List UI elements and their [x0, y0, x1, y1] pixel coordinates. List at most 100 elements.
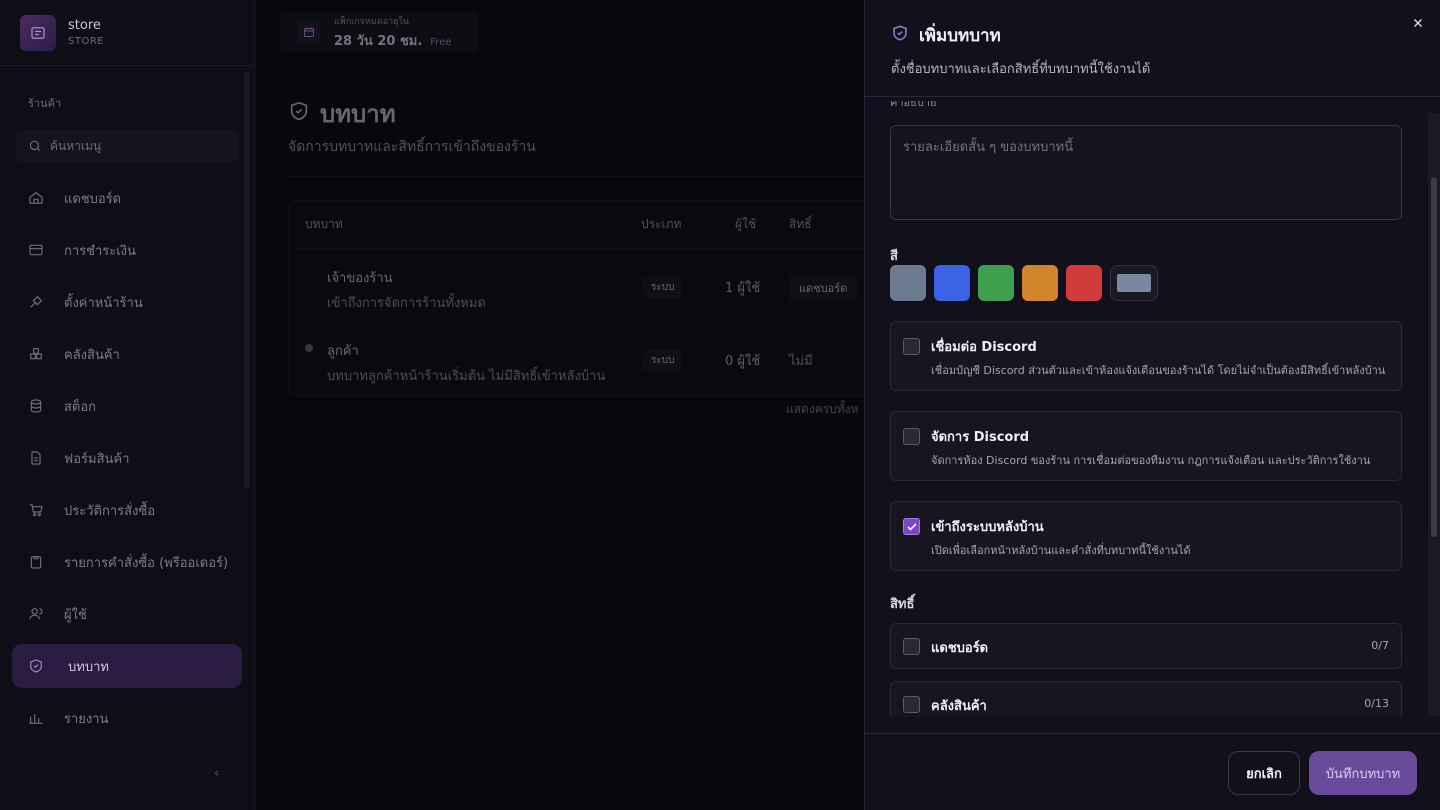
menu-search-placeholder: ค้นหาเมนู	[50, 138, 102, 153]
store-logo-icon	[20, 14, 56, 51]
description-label: คำอธิบาย	[890, 101, 937, 109]
brand[interactable]: store STORE	[0, 0, 254, 66]
checkbox-discord-connect[interactable]	[903, 338, 920, 355]
color-swatch-orange[interactable]	[1022, 265, 1058, 301]
permissions-label: สิทธิ์	[890, 597, 915, 612]
color-swatch-blue[interactable]	[934, 265, 970, 301]
option-discord-manage[interactable]: จัดการ Discord จัดการห้อง Discord ของร้า…	[890, 411, 1402, 481]
option-discord-connect[interactable]: เชื่อมต่อ Discord เชื่อมบัญชี Discord ส่…	[890, 321, 1402, 391]
package-status[interactable]: แพ็กเกจหมดอายุใน 28 วัน 20 ชม. Free	[280, 12, 478, 52]
type-badge: ระบบ	[643, 350, 683, 371]
permission-count: 0/13	[1364, 697, 1389, 710]
table-row[interactable]: เจ้าของร้าน เข้าถึงการจัดการร้านทั้งหมด …	[289, 249, 887, 322]
sidebar-item-stock[interactable]: สต็อก	[12, 384, 242, 428]
panel-title-text: เพิ่มบทบาท	[919, 26, 1001, 46]
panel-header: เพิ่มบทบาท ตั้งชื่อบทบาทและเลือกสิทธิ์ที…	[865, 0, 1440, 97]
table-header: บทบาท ประเภท ผู้ใช้ สิทธิ์	[289, 201, 887, 249]
role-desc: เข้าถึงการจัดการร้านทั้งหมด	[327, 296, 486, 311]
option-backoffice-access[interactable]: เข้าถึงระบบหลังบ้าน เปิดเพื่อเลือกหน้าหล…	[890, 501, 1402, 571]
checkbox-permission-dashboard[interactable]	[903, 638, 920, 655]
sidebar-scrollbar[interactable]	[244, 72, 250, 488]
panel-body: คำอธิบาย สี เชื่อมต่อ Discord เชื่อมบัญช…	[865, 97, 1440, 717]
sidebar-item-label: สต็อก	[64, 399, 97, 415]
panel-title: เพิ่มบทบาท	[891, 22, 1001, 49]
permission-none: ไม่มี	[789, 354, 813, 369]
sidebar-item-label: ประวัติการสั่งซื้อ	[64, 503, 156, 519]
permission-group-dashboard[interactable]: แดชบอร์ด 0/7	[890, 623, 1402, 669]
cancel-button[interactable]: ยกเลิก	[1228, 751, 1300, 795]
sidebar-item-label: บทบาท	[68, 659, 109, 675]
calendar-icon	[298, 21, 320, 43]
clipboard-icon	[28, 554, 44, 570]
permission-badge: แดชบอร์ด	[789, 275, 858, 301]
database-icon	[28, 398, 44, 414]
sidebar-item-order-history[interactable]: ประวัติการสั่งซื้อ	[12, 488, 242, 532]
sidebar-item-reports[interactable]: รายงาน	[12, 696, 242, 740]
collapse-sidebar-icon[interactable]: ‹	[214, 766, 219, 781]
sidebar-item-storefront[interactable]: ตั้งค่าหน้าร้าน	[12, 280, 242, 324]
store-sub: STORE	[68, 36, 105, 47]
sidebar-item-roles[interactable]: บทบาท	[12, 644, 242, 688]
file-icon	[28, 450, 44, 466]
role-name: เจ้าของร้าน	[327, 271, 393, 286]
color-label: สี	[890, 249, 898, 264]
package-expiry-label: แพ็กเกจหมดอายุใน	[334, 16, 409, 27]
panel-subtitle: ตั้งชื่อบทบาทและเลือกสิทธิ์ที่บทบาทนี้ใช…	[891, 62, 1151, 77]
sidebar: store STORE ร้านค้า ค้นหาเมนู แดชบอร์ด ก…	[0, 0, 255, 810]
sidebar-item-label: แดชบอร์ด	[64, 191, 122, 207]
option-desc: เชื่อมบัญชี Discord ส่วนตัวและเข้าห้องแจ…	[931, 364, 1386, 377]
sidebar-item-product-form[interactable]: ฟอร์มสินค้า	[12, 436, 242, 480]
search-icon	[29, 140, 41, 152]
option-desc: จัดการห้อง Discord ของร้าน การเชื่อมต่อข…	[931, 454, 1371, 467]
option-title: เชื่อมต่อ Discord	[931, 340, 1037, 355]
page-title-text: บทบาท	[320, 100, 396, 128]
color-swatch-red[interactable]	[1066, 265, 1102, 301]
checkbox-backoffice-access[interactable]	[903, 518, 920, 535]
menu-search-input[interactable]: ค้นหาเมนู	[16, 130, 238, 162]
permission-group-inventory[interactable]: คลังสินค้า 0/13	[890, 681, 1402, 717]
custom-color-picker[interactable]	[1110, 265, 1158, 301]
type-badge: ระบบ	[643, 277, 683, 298]
sidebar-item-inventory[interactable]: คลังสินค้า	[12, 332, 242, 376]
role-desc: บทบาทลูกค้าหน้าร้านเริ่มต้น ไม่มีสิทธิ์เ…	[327, 369, 606, 384]
boxes-icon	[28, 346, 44, 362]
role-name: ลูกค้า	[327, 344, 359, 359]
sidebar-item-label: รายงาน	[64, 711, 109, 727]
divider	[288, 176, 868, 177]
color-swatch-slate[interactable]	[890, 265, 926, 301]
col-users: ผู้ใช้	[735, 217, 757, 231]
close-icon[interactable]	[1408, 13, 1428, 33]
scrollbar-thumb[interactable]	[1431, 177, 1437, 537]
panel-scrollbar[interactable]	[1428, 113, 1440, 716]
store-name: store	[68, 18, 101, 33]
role-color-dot	[305, 344, 313, 352]
col-role: บทบาท	[305, 217, 343, 231]
sidebar-item-label: ผู้ใช้	[64, 607, 87, 623]
page-title: บทบาท	[288, 94, 396, 133]
panel-footer: ยกเลิก บันทึกบทบาท	[865, 733, 1440, 810]
description-textarea[interactable]	[890, 125, 1402, 220]
shield-icon	[891, 24, 909, 47]
color-swatches	[890, 265, 1158, 301]
sidebar-item-payments[interactable]: การชำระเงิน	[12, 228, 242, 272]
sidebar-item-users[interactable]: ผู้ใช้	[12, 592, 242, 636]
user-count: 0 ผู้ใช้	[725, 354, 761, 369]
sidebar-item-dashboard[interactable]: แดชบอร์ด	[12, 176, 242, 220]
table-row[interactable]: ลูกค้า บทบาทลูกค้าหน้าร้านเริ่มต้น ไม่มี…	[289, 322, 887, 395]
sidebar-menu: แดชบอร์ด การชำระเงิน ตั้งค่าหน้าร้าน คลั…	[0, 176, 254, 740]
shield-icon	[28, 658, 44, 674]
checkbox-permission-inventory[interactable]	[903, 696, 920, 713]
option-title: จัดการ Discord	[931, 430, 1030, 445]
sidebar-item-label: รายการคำสั่งซื้อ (พรีออเดอร์)	[64, 555, 229, 571]
col-type: ประเภท	[641, 217, 682, 231]
option-desc: เปิดเพื่อเลือกหน้าหลังบ้านและคำสั่งที่บท…	[931, 544, 1191, 557]
permission-count: 0/7	[1371, 639, 1389, 652]
color-swatch-green[interactable]	[978, 265, 1014, 301]
package-plan: Free	[430, 36, 452, 48]
shield-icon	[288, 100, 310, 128]
option-title: เข้าถึงระบบหลังบ้าน	[931, 520, 1044, 535]
save-role-button[interactable]: บันทึกบทบาท	[1309, 751, 1417, 795]
sidebar-item-preorders[interactable]: รายการคำสั่งซื้อ (พรีออเดอร์)	[12, 540, 242, 584]
sidebar-item-label: การชำระเงิน	[64, 243, 136, 259]
checkbox-discord-manage[interactable]	[903, 428, 920, 445]
